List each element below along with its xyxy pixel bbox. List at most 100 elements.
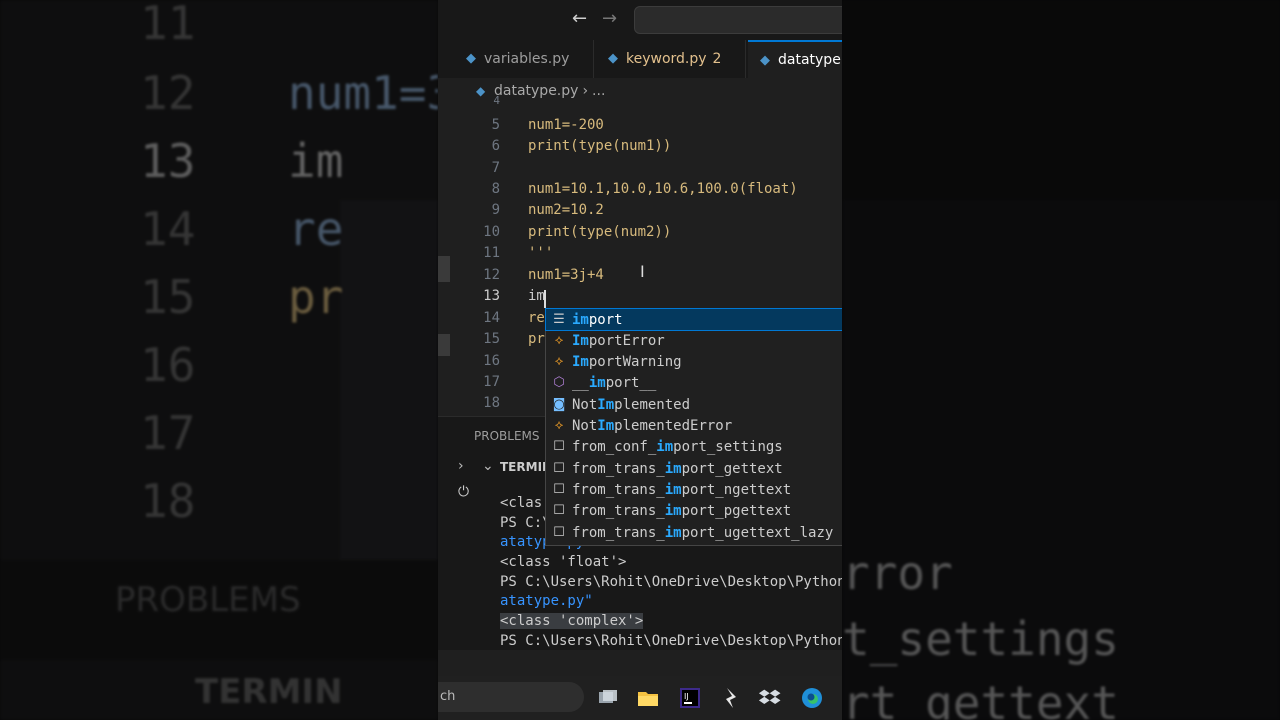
edge-icon[interactable] <box>800 686 824 710</box>
tab-variables[interactable]: ◆ variables.py <box>454 40 594 78</box>
suggestion-prefix: from_trans_ <box>572 502 665 519</box>
code-line: re <box>528 310 545 326</box>
class-icon: ⟡ <box>554 418 564 433</box>
autocomplete-suggestions: ☰ im port ⟡ Im portError ⟡ Im portWarning ⬡… <box>545 308 842 546</box>
suggestion-item[interactable]: ⟡ Im portError <box>546 330 842 351</box>
code-line: num1=3j+4 <box>528 267 604 283</box>
suggestion-item[interactable]: ◙ Not Im plemented <box>546 394 842 415</box>
suggestion-match: im <box>664 481 682 498</box>
python-file-icon: ◆ <box>760 53 770 68</box>
suggestion-match: im <box>656 438 674 455</box>
line-number: 11 <box>483 245 500 261</box>
line-number: 8 <box>491 181 500 197</box>
code-line: num1=-200 <box>528 117 604 133</box>
code-line: pr <box>528 331 545 347</box>
windows-taskbar: ch IJ <box>438 676 842 720</box>
suggestion-match: Im <box>597 396 615 413</box>
problem-count-badge: 2 <box>712 51 722 67</box>
taskbar-search[interactable]: ch <box>438 682 584 712</box>
code-line: num1=10.1,10.0,10.6,100.0(float) <box>528 181 798 197</box>
terminal-line: PS C:\ <box>500 515 551 531</box>
terminal-line: <class 'float'> <box>500 554 627 570</box>
suggestion-suffix: port_settings <box>673 438 783 455</box>
line-number: 7 <box>491 160 500 176</box>
suggestion-match: Im <box>597 417 615 434</box>
suggestion-item[interactable]: ☐ from_trans_ im port_pgettext <box>546 500 842 521</box>
tab-datatype[interactable]: ◆ datatype <box>748 40 842 78</box>
code-line: num2=10.2 <box>528 202 604 218</box>
suggestion-item[interactable]: ☐ from_trans_ im port_ngettext <box>546 479 842 500</box>
code-line: print(type(num1)) <box>528 138 672 154</box>
suggestion-match: im <box>664 460 682 477</box>
terminal-line: PS C:\Users\Rohit\OneDrive\Desktop\Pytho… <box>500 574 842 590</box>
suggestion-item[interactable]: ☐ from_trans_ im port_gettext <box>546 458 842 479</box>
suggestion-suffix: port__ <box>605 374 657 391</box>
tab-label: variables.py <box>484 51 570 67</box>
suggestion-item[interactable]: ☐ from_conf_ im port_settings <box>546 436 842 457</box>
terminal-bolt-icon[interactable] <box>718 686 742 710</box>
variable-icon: ◙ <box>552 397 566 412</box>
line-number: 18 <box>483 395 500 411</box>
code-line: ''' <box>528 245 554 261</box>
suggestion-item[interactable]: ☐ from_trans_ im port_ugettext_lazy <box>546 522 842 543</box>
suggestion-suffix: port_ngettext <box>681 481 792 498</box>
dropbox-icon[interactable] <box>758 686 782 710</box>
suggestion-match: im <box>664 524 682 541</box>
module-icon: ⬡ <box>553 375 565 390</box>
command-center-search[interactable] <box>634 6 842 34</box>
jetbrains-icon[interactable]: IJ <box>678 686 702 710</box>
suggestion-match: im <box>664 502 682 519</box>
suggestion-item[interactable]: ☰ im port <box>545 308 842 331</box>
breadcrumb-rest[interactable]: ... <box>592 83 605 99</box>
line-number: 15 <box>483 331 500 347</box>
mouse-ibeam-icon: I <box>640 262 645 281</box>
suggestion-suffix: port <box>588 311 623 328</box>
suggestion-prefix: from_trans_ <box>572 460 665 477</box>
suggestion-match: Im <box>572 353 589 370</box>
editor-tabs: ◆ variables.py ◆ keyword.py 2 ◆ datatype <box>438 40 842 78</box>
python-file-icon: ◆ <box>608 51 618 66</box>
line-number: 5 <box>491 117 500 133</box>
line-number: 14 <box>483 310 500 326</box>
plug-icon[interactable]: ⏻ <box>458 484 469 500</box>
line-number: 12 <box>483 267 500 283</box>
line-number: 9 <box>491 202 500 218</box>
forward-arrow-icon[interactable]: → <box>602 8 617 29</box>
suggestion-prefix: __ <box>572 374 589 391</box>
task-view-icon[interactable] <box>596 686 620 710</box>
chevron-down-icon[interactable]: ⌄ <box>482 458 494 474</box>
suggestion-item[interactable]: ⬡ __ im port__ <box>546 372 842 393</box>
suggestion-suffix: portWarning <box>588 353 682 370</box>
tab-keyword[interactable]: ◆ keyword.py 2 <box>596 40 746 78</box>
suggestion-prefix: Not <box>572 396 598 413</box>
tab-problems[interactable]: PROBLEMS <box>474 429 540 443</box>
file-explorer-icon[interactable] <box>636 686 660 710</box>
code-line: print(type(num2)) <box>528 224 672 240</box>
suggestion-match: Im <box>572 332 589 349</box>
suggestion-suffix: portError <box>588 332 665 349</box>
line-number-current: 13 <box>483 288 500 304</box>
keyword-icon: ☰ <box>553 312 565 327</box>
text-icon: ☐ <box>553 525 565 540</box>
suggestion-prefix: from_trans_ <box>572 524 665 541</box>
class-icon: ⟡ <box>554 354 564 369</box>
chevron-right-icon[interactable]: › <box>458 458 464 474</box>
suggestion-prefix: from_trans_ <box>572 481 665 498</box>
line-number: 6 <box>491 138 500 154</box>
line-number: 4 <box>493 94 500 107</box>
text-icon: ☐ <box>553 439 565 454</box>
line-number: 10 <box>483 224 500 240</box>
terminal-line: PS C:\Users\Rohit\OneDrive\Desktop\Pytho… <box>500 633 842 649</box>
back-arrow-icon[interactable]: ← <box>572 8 587 29</box>
terminal-line: atatype.py" <box>500 593 593 609</box>
svg-text:IJ: IJ <box>684 692 689 701</box>
suggestion-suffix: plementedError <box>614 417 733 434</box>
suggestion-match: im <box>572 311 589 328</box>
suggestion-item[interactable]: ⟡ Not Im plementedError <box>546 415 842 436</box>
suggestion-item[interactable]: ⟡ Im portWarning <box>546 351 842 372</box>
tab-label: datatype <box>778 52 841 68</box>
text-icon: ☐ <box>553 461 565 476</box>
tab-label: keyword.py <box>626 51 707 67</box>
suggestion-suffix: port_gettext <box>681 460 783 477</box>
breadcrumb-file[interactable]: datatype.py <box>494 83 578 99</box>
